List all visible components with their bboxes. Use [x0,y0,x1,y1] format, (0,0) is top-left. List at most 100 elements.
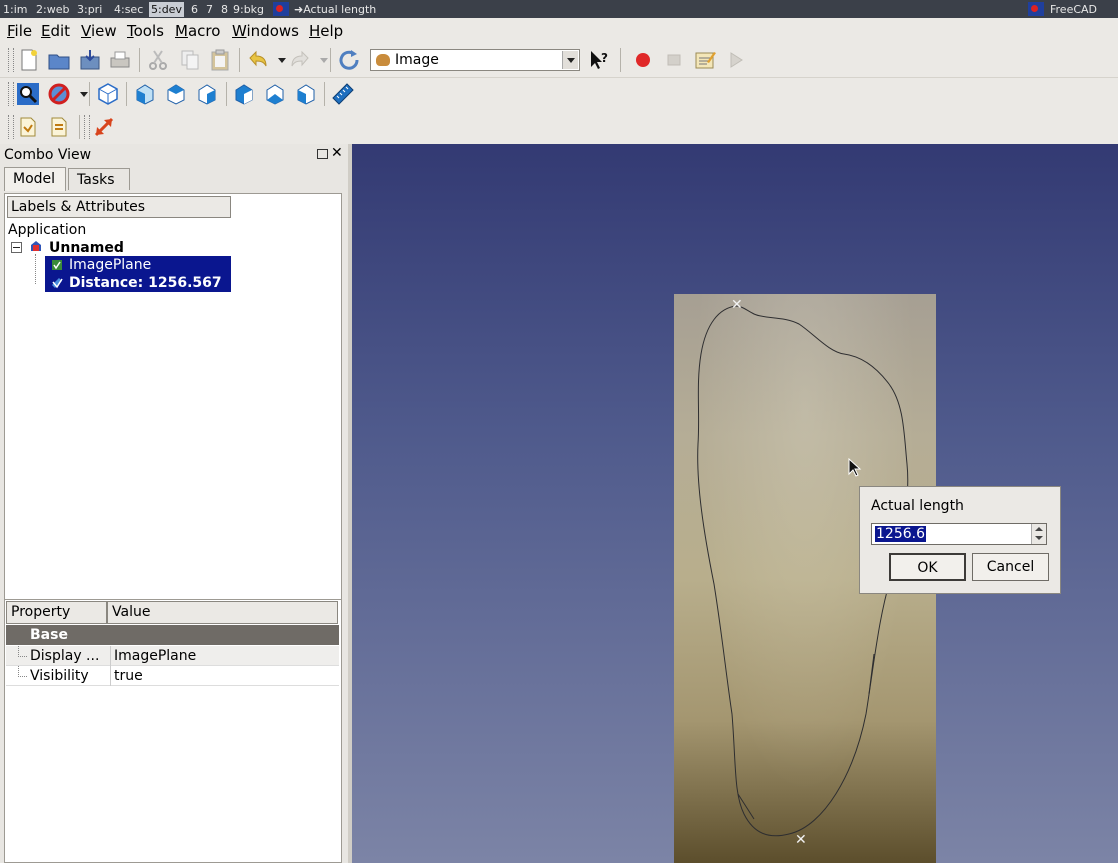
image-toolbar [0,111,1118,145]
tree-item-imageplane[interactable]: ImagePlane [45,256,231,274]
taskbar-window-title[interactable]: ➜Actual length [294,2,376,17]
workbench-selector[interactable]: Image [370,49,580,71]
tab-model[interactable]: Model [4,167,66,191]
toolbar-grip[interactable] [8,82,14,106]
tab-tasks[interactable]: Tasks [68,168,130,190]
freecad-app-icon [1028,2,1044,16]
chevron-down-icon[interactable] [1035,536,1043,540]
property-group-base[interactable]: Base [6,625,339,645]
actual-length-spinbox[interactable]: 1256.6 [871,523,1047,545]
open-image-icon[interactable] [16,115,40,139]
toolbar-separator [79,115,80,139]
undo-icon[interactable] [246,48,270,72]
top-view-icon[interactable] [164,82,188,106]
workbench-selector-value: Image [395,52,439,68]
taskbar-window-title-text: Actual length [303,3,377,16]
isometric-view-icon[interactable] [96,82,120,106]
toolbar-separator [330,48,331,72]
menu-edit[interactable]: Edit [41,22,70,40]
file-toolbar: Image ? [0,44,1118,78]
image-plane-icon [51,259,63,271]
system-taskbar: 1:im 2:web 3:pri 4:sec 5:dev 6 7 8 9:bkg… [0,0,1118,18]
image-workbench-icon [376,54,390,66]
chevron-up-icon[interactable] [1035,527,1043,531]
create-image-plane-icon[interactable] [47,115,71,139]
rear-view-icon[interactable] [232,82,256,106]
workspace-3[interactable]: 3:pri [77,2,102,17]
stop-macro-icon[interactable] [662,48,686,72]
toolbar-grip[interactable] [8,48,14,72]
save-icon[interactable] [78,48,102,72]
combo-view-title: Combo View [4,147,92,163]
workspace-7[interactable]: 7 [206,2,213,17]
end-point-marker: ✕ [795,832,807,848]
left-view-icon[interactable] [294,82,318,106]
workspace-5[interactable]: 5:dev [149,2,184,17]
tree-document-unnamed[interactable]: Unnamed [49,240,124,256]
menu-tools[interactable]: Tools [127,22,164,40]
property-row-visibility[interactable]: Visibility true [6,666,339,686]
close-icon[interactable]: ✕ [331,145,343,161]
toolbar-separator [620,48,621,72]
toolbar-grip[interactable] [84,115,90,139]
menu-view[interactable]: View [81,22,117,40]
tree-column-header[interactable]: Labels & Attributes [7,196,231,218]
spinbox-arrows[interactable] [1031,524,1046,544]
right-view-icon[interactable] [195,82,219,106]
scale-image-icon[interactable] [92,115,116,139]
copy-icon[interactable] [178,48,202,72]
menu-windows[interactable]: Windows [232,22,299,40]
value-column-header[interactable]: Value [107,601,338,624]
record-macro-icon[interactable] [631,48,655,72]
property-column-header[interactable]: Property [6,601,107,624]
draw-style-icon[interactable] [47,82,71,106]
workspace-1[interactable]: 1:im [3,2,27,17]
paste-icon[interactable] [208,48,232,72]
redo-icon[interactable] [288,48,312,72]
float-panel-icon[interactable] [317,149,328,159]
property-row-display[interactable]: Display ... ImagePlane [6,646,339,666]
menu-macro[interactable]: Macro [175,22,220,40]
view-toolbar [0,78,1118,112]
workspace-2[interactable]: 2:web [36,2,69,17]
workspace-4[interactable]: 4:sec [114,2,143,17]
cancel-button[interactable]: Cancel [972,553,1049,581]
new-file-icon[interactable] [17,48,41,72]
workspace-9[interactable]: 9:bkg [233,2,264,17]
measure-distance-icon[interactable] [331,82,355,106]
open-file-icon[interactable] [47,48,71,72]
undo-dropdown-icon[interactable] [270,48,286,72]
workspace-8[interactable]: 8 [221,2,228,17]
property-editor: Property Value Base Display ... ImagePla… [4,599,342,863]
edit-macro-icon[interactable] [693,48,717,72]
redo-dropdown-icon[interactable] [312,48,328,72]
front-view-icon[interactable] [133,82,157,106]
refresh-icon[interactable] [337,48,361,72]
fit-all-icon[interactable] [16,82,40,106]
draw-style-dropdown-icon[interactable] [72,82,88,106]
tree-item-imageplane-label: ImagePlane [69,257,152,273]
menu-bar: File Edit View Tools Macro Windows Help [0,18,1118,45]
print-icon[interactable] [108,48,132,72]
bottom-view-icon[interactable] [263,82,287,106]
property-value[interactable]: true [110,666,143,686]
toolbar-separator [126,82,127,106]
tree-root-application[interactable]: Application [8,222,86,238]
collapse-icon[interactable] [11,242,22,253]
property-value[interactable]: ImagePlane [110,646,196,666]
toolbar-grip[interactable] [8,115,14,139]
menu-help[interactable]: Help [309,22,343,40]
run-macro-icon[interactable] [724,48,748,72]
whats-this-icon[interactable]: ? [587,48,611,72]
taskbar-app-name[interactable]: FreeCAD [1050,2,1097,17]
cut-icon[interactable] [146,48,170,72]
actual-length-value[interactable]: 1256.6 [875,526,926,542]
tree-item-distance[interactable]: Distance: 1256.567 [45,274,231,292]
arrow-icon: ➜ [294,3,304,16]
ok-button[interactable]: OK [889,553,966,581]
chevron-down-icon[interactable] [562,51,578,69]
toolbar-separator [89,82,90,106]
toolbar-separator [139,48,140,72]
menu-file[interactable]: File [7,22,32,40]
workspace-6[interactable]: 6 [191,2,198,17]
